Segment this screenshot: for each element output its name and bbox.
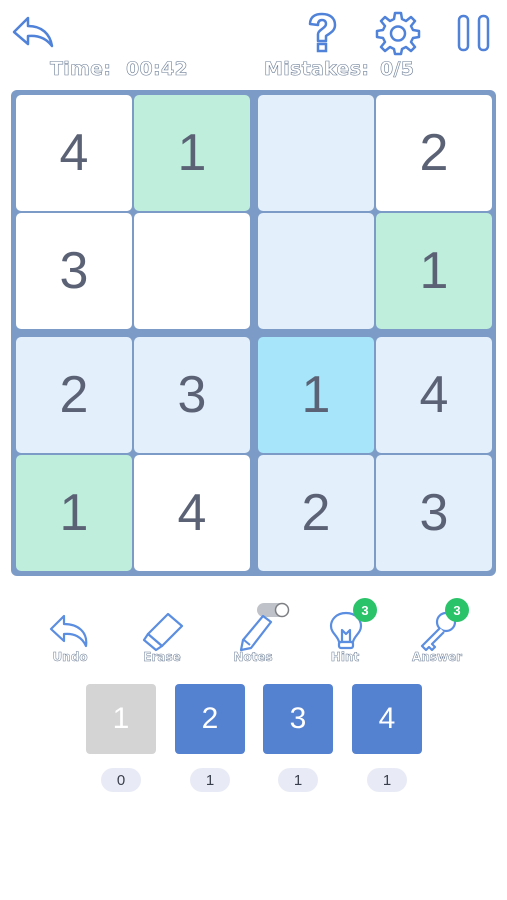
board-cell-r3c3[interactable]: 1 <box>258 337 374 453</box>
mistakes-label: Mistakes: <box>264 58 370 81</box>
time-value: 00:42 <box>126 58 188 81</box>
board-cell-r4c3[interactable]: 2 <box>258 455 374 571</box>
eraser-icon <box>142 612 184 652</box>
board-cell-r4c1[interactable]: 1 <box>16 455 132 571</box>
board-cell-r4c2[interactable]: 4 <box>134 455 250 571</box>
pause-icon[interactable] <box>456 13 492 53</box>
answer-count-badge: 3 <box>445 598 469 622</box>
number-key-1[interactable]: 1 <box>86 684 156 754</box>
undo-label: Undo <box>52 650 88 665</box>
number-remaining-count: 1 <box>278 768 318 792</box>
undo-icon <box>49 614 88 648</box>
notes-label: Notes <box>233 650 273 665</box>
board-cell-r4c4[interactable]: 3 <box>376 455 492 571</box>
settings-gear-icon[interactable] <box>375 10 421 56</box>
number-remaining-count: 1 <box>190 768 230 792</box>
mistakes-value: 0/5 <box>380 58 415 81</box>
board-cell-r2c1[interactable]: 3 <box>16 213 132 329</box>
hint-label: Hint <box>330 650 360 665</box>
board-cell-r2c3[interactable] <box>258 213 374 329</box>
board-cell-r1c4[interactable]: 2 <box>376 95 492 211</box>
notes-button[interactable] <box>235 600 305 656</box>
sudoku-board: 4123123141423 <box>11 90 496 576</box>
help-question-icon[interactable] <box>304 12 340 54</box>
number-key-4[interactable]: 4 <box>352 684 422 754</box>
number-remaining-count: 1 <box>367 768 407 792</box>
hint-count-badge: 3 <box>353 598 377 622</box>
board-cell-r1c3[interactable] <box>258 95 374 211</box>
time-label: Time: <box>50 58 112 81</box>
number-key-2[interactable]: 2 <box>175 684 245 754</box>
board-cell-r1c1[interactable]: 4 <box>16 95 132 211</box>
number-remaining-count: 0 <box>101 768 141 792</box>
board-cell-r3c2[interactable]: 3 <box>134 337 250 453</box>
pencil-notes-icon <box>239 602 290 652</box>
board-cell-r1c2[interactable]: 1 <box>134 95 250 211</box>
board-cell-r2c4[interactable]: 1 <box>376 213 492 329</box>
board-cell-r2c2[interactable] <box>134 213 250 329</box>
back-arrow-icon[interactable] <box>10 14 56 50</box>
board-cell-r3c4[interactable]: 4 <box>376 337 492 453</box>
number-key-3[interactable]: 3 <box>263 684 333 754</box>
erase-label: Erase <box>143 650 181 665</box>
answer-label: Answer <box>411 650 463 665</box>
board-cell-r3c1[interactable]: 2 <box>16 337 132 453</box>
